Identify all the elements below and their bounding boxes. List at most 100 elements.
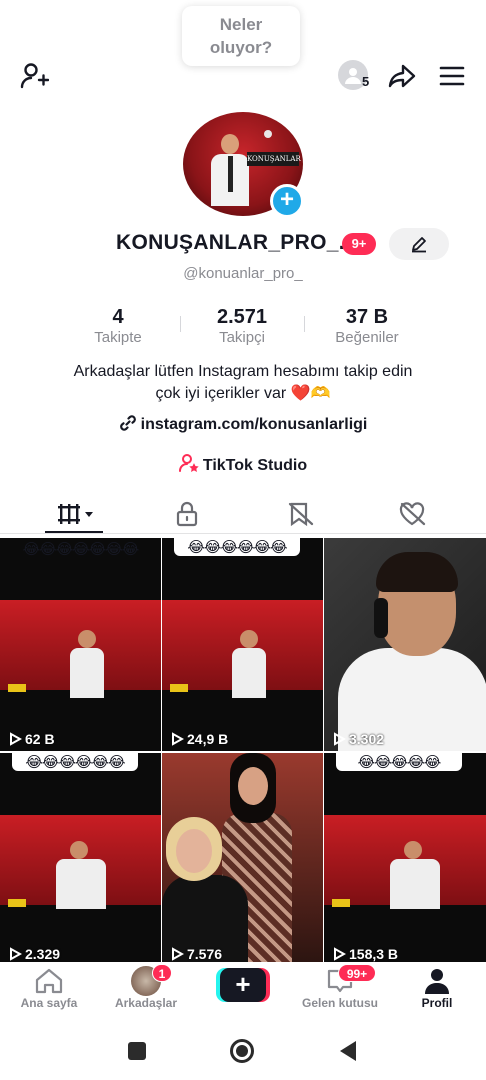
thumb-microphone <box>374 598 388 638</box>
bio-line2: çok iyi içerikler var ❤️🫶 <box>155 385 331 402</box>
thumb-head <box>176 829 212 873</box>
video-tile[interactable]: 7.576 <box>162 753 323 966</box>
inbox-badge: 99+ <box>338 964 376 982</box>
thumb-figure <box>232 648 266 698</box>
video-tile[interactable]: 😂😂😂😂😂😂😂 62 B <box>0 538 161 751</box>
thumb-head <box>238 767 268 805</box>
home-icon <box>1 966 97 996</box>
play-icon <box>10 732 22 746</box>
video-caption: 😂😂😂😂😂 <box>336 753 462 771</box>
display-name: KONUŞANLAR_PRO_... <box>116 231 358 254</box>
friends-count: 5 <box>362 74 370 89</box>
video-caption: 😂😂😂😂😂😂😂 <box>22 541 140 558</box>
thumb-hair <box>376 552 458 592</box>
friends-avatar-icon <box>98 966 194 996</box>
create-button[interactable]: + <box>216 968 270 1002</box>
tab-reposts[interactable] <box>240 494 361 534</box>
bubble-pointer <box>264 130 272 138</box>
stat-following-label: Takipte <box>94 329 142 346</box>
nav-home[interactable]: Ana sayfa <box>1 966 97 1010</box>
link-icon <box>119 414 137 437</box>
add-avatar-button[interactable]: + <box>270 184 304 218</box>
plus-icon: + <box>220 968 266 1002</box>
view-count-text: 2.329 <box>25 946 61 962</box>
view-count: 2.329 <box>8 946 60 962</box>
back-icon[interactable] <box>340 1041 356 1061</box>
view-count-text: 3.302 <box>349 731 385 747</box>
play-icon <box>334 732 346 746</box>
lock-icon <box>176 501 197 527</box>
channel-logo <box>8 899 26 907</box>
edit-profile-button[interactable] <box>389 228 449 260</box>
view-count-text: 158,3 B <box>349 946 399 962</box>
status-bubble[interactable]: Neler oluyor? <box>182 6 300 66</box>
nav-friends-label: Arkadaşlar <box>114 996 178 1010</box>
channel-logo <box>8 684 26 692</box>
avatar-figure-head <box>221 134 239 154</box>
status-bubble-line1: Neler <box>219 15 263 34</box>
bio-link[interactable]: instagram.com/konusanlarligi <box>0 414 486 437</box>
tab-private[interactable] <box>126 494 247 534</box>
friends-badge: 1 <box>152 964 172 982</box>
view-count: 158,3 B <box>332 946 398 962</box>
view-count: 24,9 B <box>170 731 228 747</box>
thumb-head <box>240 630 258 648</box>
studio-label: TikTok Studio <box>202 457 308 474</box>
hidden-heart-icon <box>399 502 425 526</box>
channel-logo <box>332 899 350 907</box>
stat-following[interactable]: 4 Takipte <box>58 306 178 348</box>
view-count: 62 B <box>8 731 55 747</box>
recents-icon[interactable] <box>128 1042 146 1060</box>
home-system-icon[interactable] <box>230 1039 254 1063</box>
video-caption: 😂😂😂😂😂😂 <box>12 753 138 771</box>
video-tile[interactable]: 😂😂😂😂😂 158,3 B <box>324 753 486 966</box>
stats-row: 4 Takipte 2.571 Takipçi 37 B Beğeniler <box>0 306 486 350</box>
video-tile[interactable]: 3.302 <box>324 538 486 751</box>
stat-likes[interactable]: 37 B Beğeniler <box>307 306 427 348</box>
video-tile[interactable]: 😂😂😂😂😂😂 2.329 <box>0 753 161 966</box>
bio-line1: Arkadaşlar lütfen Instagram hesabımı tak… <box>73 363 413 380</box>
video-tile[interactable]: 😂😂😂😂😂😂 24,9 B <box>162 538 323 751</box>
system-nav-bar <box>0 1022 486 1080</box>
view-count-text: 7.576 <box>187 946 223 962</box>
thumb-head <box>404 841 422 859</box>
username: @konuanlar_pro_ <box>183 265 303 282</box>
nav-inbox[interactable]: Gelen kutusu 99+ <box>292 964 388 1010</box>
notification-badge[interactable]: 9+ <box>342 233 376 255</box>
video-caption: 😂😂😂😂😂😂 <box>174 538 300 556</box>
share-icon[interactable] <box>384 58 420 94</box>
nav-home-label: Ana sayfa <box>20 996 78 1010</box>
nav-inbox-label: Gelen kutusu <box>301 996 378 1010</box>
stat-divider <box>180 316 181 332</box>
nav-friends[interactable]: Arkadaşlar 1 <box>98 964 194 1010</box>
tab-videos[interactable] <box>16 494 137 534</box>
stat-likes-label: Beğeniler <box>335 329 399 346</box>
add-friend-icon[interactable] <box>16 58 52 94</box>
thumb-figure <box>56 859 106 909</box>
play-icon <box>334 947 346 961</box>
thumb-head <box>70 841 88 859</box>
bio: Arkadaşlar lütfen Instagram hesabımı tak… <box>0 361 486 405</box>
name-row: KONUŞANLAR_PRO_... 9+ <box>0 228 486 262</box>
pencil-icon <box>412 237 426 253</box>
studio-icon <box>178 453 199 478</box>
view-count-text: 24,9 B <box>187 731 229 747</box>
stat-likes-value: 37 B <box>345 306 389 328</box>
view-count: 7.576 <box>170 946 222 962</box>
profile-icon <box>389 966 485 996</box>
stat-divider <box>304 316 305 332</box>
view-count: 3.302 <box>332 731 384 747</box>
menu-icon[interactable] <box>434 58 470 94</box>
tiktok-studio-button[interactable]: TikTok Studio <box>0 453 486 478</box>
thumb-figure <box>390 859 440 909</box>
tab-liked[interactable] <box>352 494 473 534</box>
thumb-head <box>78 630 96 648</box>
avatar-banner: KONUŞANLAR <box>247 152 301 166</box>
nav-profile[interactable]: Profil <box>389 966 485 1010</box>
stat-followers-label: Takipçi <box>219 329 265 346</box>
hidden-bookmark-icon <box>288 502 313 527</box>
content-tabs <box>0 494 486 534</box>
stat-followers[interactable]: 2.571 Takipçi <box>182 306 302 348</box>
play-icon <box>172 732 184 746</box>
play-icon <box>10 947 22 961</box>
